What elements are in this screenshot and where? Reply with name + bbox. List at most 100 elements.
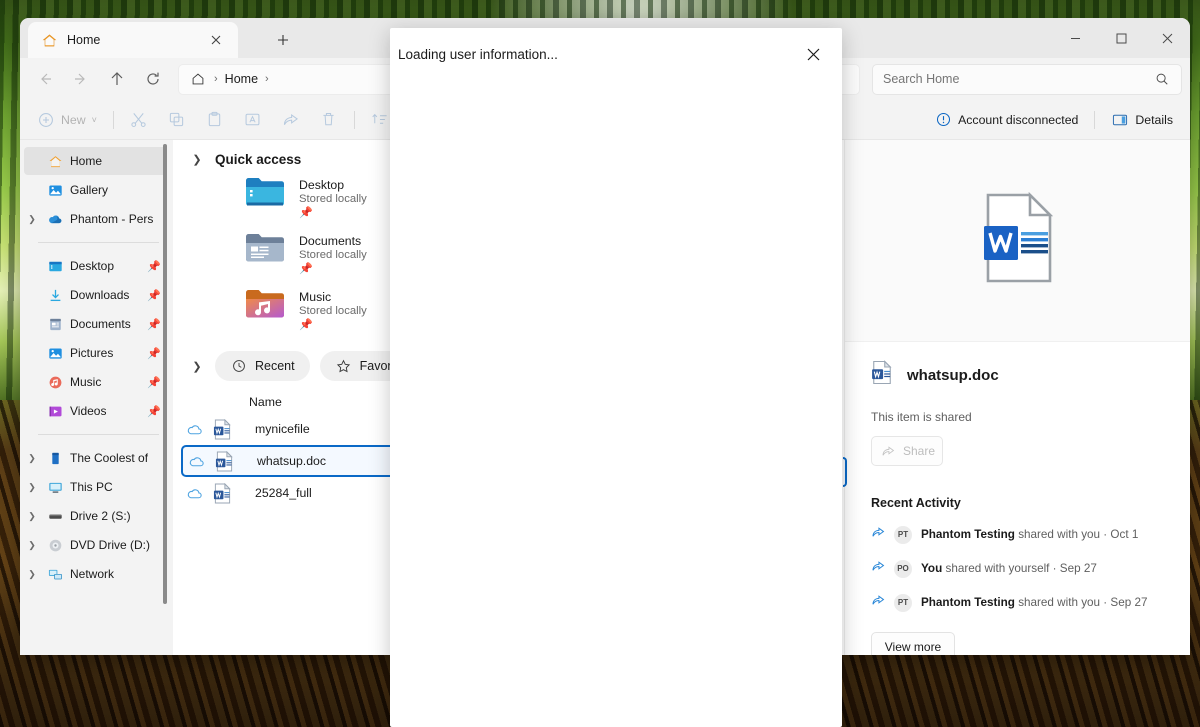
chevron-right-icon[interactable]: ❯ [24,453,40,464]
maximize-button[interactable] [1098,18,1144,58]
documents-folder-icon [245,231,285,269]
activity-text: Phantom Testing shared with you · Sep 27 [921,596,1147,609]
view-more-label: View more [884,639,942,654]
share-icon [871,559,885,578]
minimize-button[interactable] [1052,18,1098,58]
chevron-right-icon[interactable]: ❯ [24,214,40,225]
new-tab-button[interactable] [268,27,298,53]
sidebar-item-desktop[interactable]: ▸ Desktop 📌 [24,252,167,280]
tab-recent[interactable]: Recent [215,351,310,381]
sidebar-item-phantom-personal[interactable]: ❯ Phantom - Pers [24,205,167,233]
quick-access-item-name: Desktop [299,178,345,192]
plus-circle-icon [37,111,55,129]
sidebar-item-pictures[interactable]: ▸ Pictures 📌 [24,339,167,367]
share-button[interactable] [273,105,309,135]
window-controls [1052,18,1190,58]
sidebar-item-label: The Coolest of [70,451,149,465]
activity-item[interactable]: PT Phantom Testing shared with you · Oct… [871,525,1164,544]
music-folder-icon [46,373,64,391]
activity-item[interactable]: PO You shared with yourself · Sep 27 [871,559,1164,578]
forward-button[interactable] [64,63,98,95]
tab-recent-label: Recent [255,359,295,373]
search-input[interactable] [883,72,1145,86]
cut-button[interactable] [121,105,157,135]
file-name: whatsup.doc [257,454,327,468]
chevron-down-icon[interactable]: ❯ [189,360,205,373]
rename-button[interactable] [235,105,271,135]
sidebar-item-dvd-drive[interactable]: ❯ DVD Drive (D:) [24,531,167,559]
avatar: PO [894,559,912,578]
chevron-placeholder: ▸ [24,261,40,272]
sidebar-divider [38,242,159,243]
account-disconnected-button[interactable]: Account disconnected [925,105,1087,135]
network-icon [46,565,64,583]
new-button[interactable]: New ˅ [28,105,106,135]
chevron-placeholder: ▸ [24,377,40,388]
sidebar-item-this-pc[interactable]: ❯ This PC [24,473,167,501]
desktop-folder-icon [245,175,285,213]
sidebar-item-music[interactable]: ▸ Music 📌 [24,368,167,396]
avatar: PT [894,593,912,612]
quick-access-item-status: Stored locally [299,249,367,261]
selection-highlight-edge [843,457,847,487]
sidebar-item-documents[interactable]: ▸ Documents 📌 [24,310,167,338]
view-more-button[interactable]: View more [871,632,955,655]
paste-button[interactable] [197,105,233,135]
sidebar-item-network[interactable]: ❯ Network [24,560,167,588]
sidebar-item-label: DVD Drive (D:) [70,538,150,552]
chevron-right-icon[interactable]: ❯ [24,540,40,551]
tab-home[interactable]: Home [28,22,238,58]
dvd-drive-icon [46,536,64,554]
cloud-icon [181,423,207,436]
details-pane-button[interactable]: Details [1102,105,1182,135]
copy-button[interactable] [159,105,195,135]
activity-item[interactable]: PT Phantom Testing shared with you · Sep… [871,593,1164,612]
trash-icon [320,111,338,129]
refresh-button[interactable] [136,63,170,95]
paste-icon [206,111,224,129]
chevron-down-icon[interactable]: ❯ [189,153,205,166]
documents-folder-icon [46,315,64,333]
breadcrumb-home-icon[interactable] [189,70,207,88]
activity-actor: Phantom Testing [921,528,1015,541]
sidebar-item-gallery[interactable]: ▸ Gallery [24,176,167,204]
quick-access-item-text: Music Stored locally 📌 [299,287,367,331]
search-icon[interactable] [1153,70,1171,88]
pin-icon: 📌 [299,263,313,275]
downloads-icon [46,286,64,304]
chevron-down-icon: ˅ [91,114,97,125]
up-button[interactable] [100,63,134,95]
close-button[interactable] [1144,18,1190,58]
quick-access-item-status: Stored locally [299,193,367,205]
chevron-right-icon[interactable]: ❯ [24,511,40,522]
delete-button[interactable] [311,105,347,135]
drive-blue-icon [46,449,64,467]
details-content: whatsup.doc This item is shared Share Re… [845,342,1190,655]
chevron-placeholder: ▸ [24,156,40,167]
chevron-placeholder: ▸ [24,348,40,359]
sidebar-item-home[interactable]: ▸ Home [24,147,167,175]
tab-close-icon[interactable] [204,28,228,52]
breadcrumb[interactable]: Home [225,72,258,86]
close-icon[interactable] [798,39,828,69]
sidebar-item-drive-2[interactable]: ❯ Drive 2 (S:) [24,502,167,530]
chevron-placeholder: ▸ [24,319,40,330]
pin-icon: 📌 [147,347,161,360]
breadcrumb-separator-2[interactable]: › [265,73,269,85]
sidebar-item-videos[interactable]: ▸ Videos 📌 [24,397,167,425]
word-doc-icon [871,360,893,390]
activity-action: shared with you · Oct 1 [1018,528,1139,541]
chevron-right-icon[interactable]: ❯ [24,482,40,493]
chevron-right-icon[interactable]: ❯ [24,569,40,580]
pin-icon: 📌 [299,319,313,331]
share-button[interactable]: Share [871,436,943,466]
sidebar-item-label: Drive 2 (S:) [70,509,131,523]
sidebar-item-downloads[interactable]: ▸ Downloads 📌 [24,281,167,309]
sidebar-scrollbar[interactable] [163,144,167,604]
search-box[interactable] [872,63,1182,95]
sidebar-item-label: Music [70,375,102,389]
back-button[interactable] [28,63,62,95]
activity-actor: Phantom Testing [921,596,1015,609]
sidebar-item-the-coolest-of[interactable]: ❯ The Coolest of [24,444,167,472]
videos-folder-icon [46,402,64,420]
